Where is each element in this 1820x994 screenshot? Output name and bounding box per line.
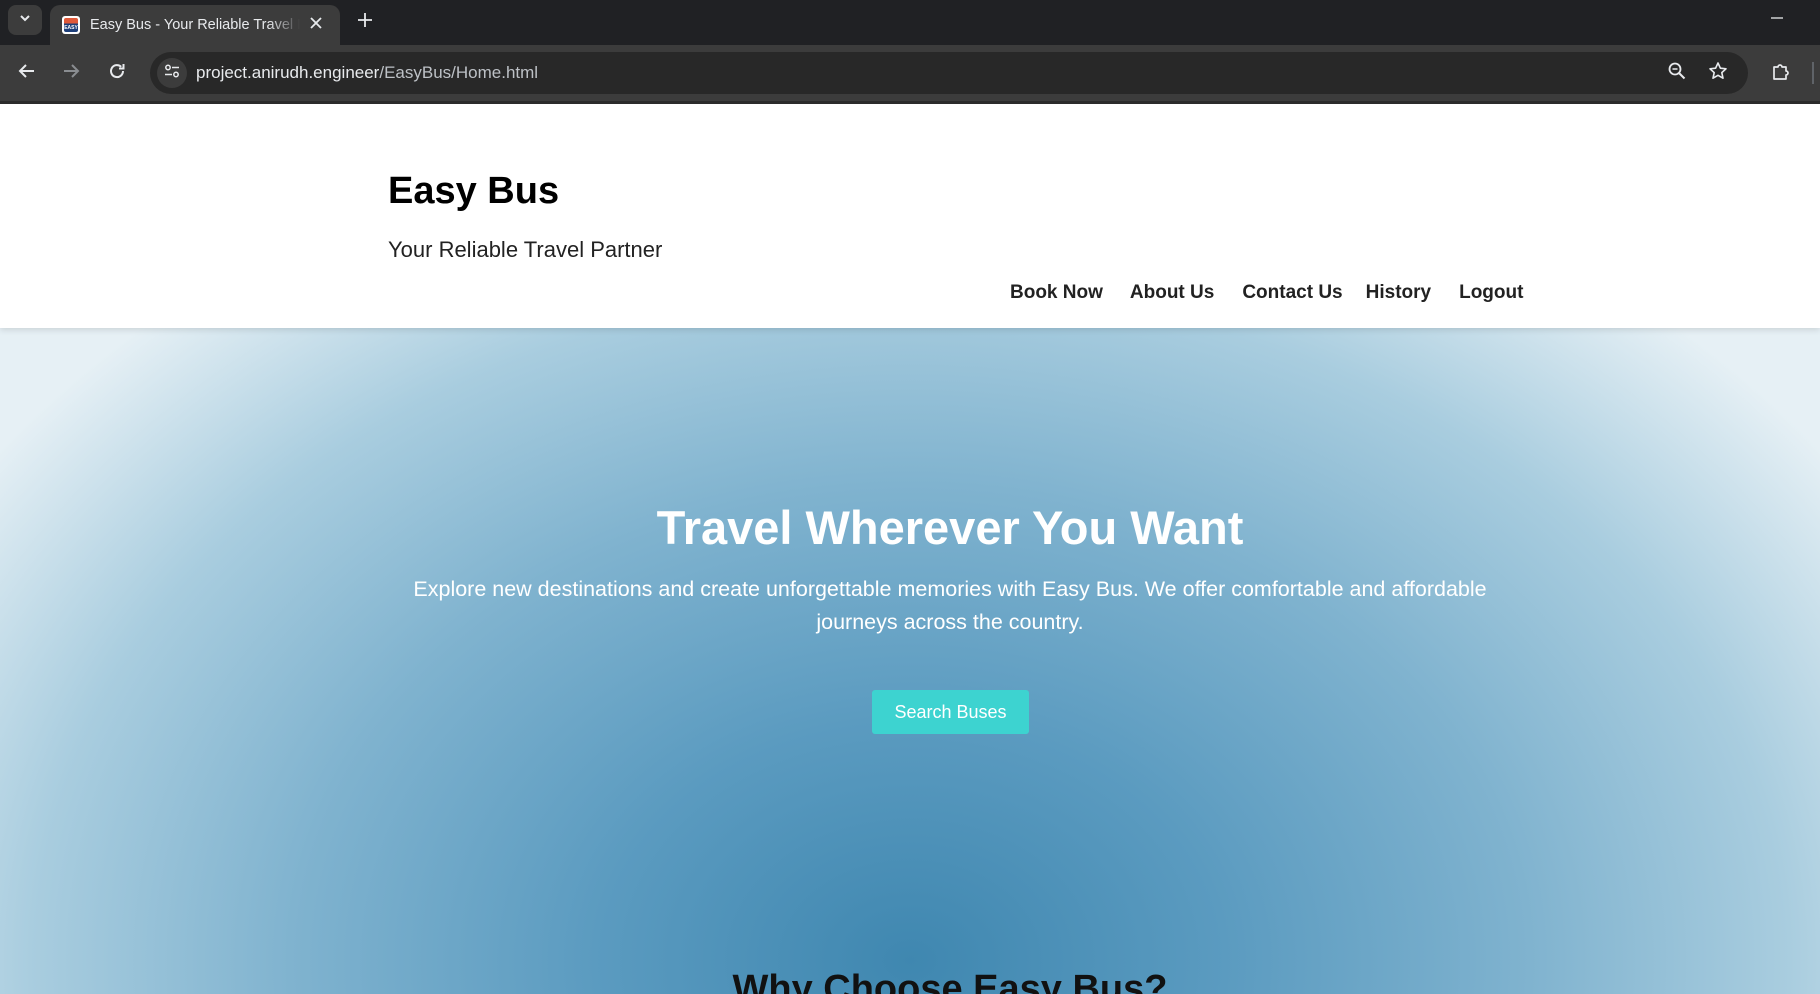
tune-icon [164,63,180,84]
puzzle-icon [1771,61,1791,86]
site-tagline: Your Reliable Travel Partner [388,237,663,262]
arrow-right-icon [62,62,80,85]
toolbar-divider [1812,62,1814,84]
site-favicon-icon: EASY [62,16,80,34]
zoom-icon [1667,61,1687,86]
nav-link-book-now[interactable]: Book Now [1010,282,1103,308]
back-button[interactable] [12,58,42,88]
nav-link-about-us[interactable]: About Us [1130,282,1214,308]
search-buses-button[interactable]: Search Buses [872,690,1029,734]
favicon-text: EASY [64,25,78,31]
tab-close-button[interactable] [306,15,326,35]
reload-button[interactable] [102,58,132,88]
chevron-down-icon [18,11,32,30]
main-nav: Book Now About Us Contact Us History Log… [1010,282,1523,308]
tab-title: Easy Bus - Your Reliable Travel Partner [90,17,300,33]
star-icon [1708,61,1728,86]
bookmark-button[interactable] [1707,61,1729,86]
hero-description: Explore new destinations and create unfo… [413,577,1487,634]
site-header: Easy Bus Your Reliable Travel Partner Bo… [0,104,1820,328]
browser-tab-active[interactable]: EASY Easy Bus - Your Reliable Travel Par… [50,5,340,45]
web-page: Easy Bus Your Reliable Travel Partner Bo… [0,104,1820,994]
nav-link-history[interactable]: History [1366,282,1431,308]
hero-section: Travel Wherever You Want Explore new des… [0,328,1820,994]
forward-button[interactable] [56,58,86,88]
why-choose-heading: Why Choose Easy Bus? [732,968,1168,994]
url-text[interactable]: project.anirudh.engineer/EasyBus/Home.ht… [196,63,538,83]
site-title: Easy Bus [388,170,560,212]
address-bar[interactable]: project.anirudh.engineer/EasyBus/Home.ht… [150,52,1748,94]
browser-tabstrip: EASY Easy Bus - Your Reliable Travel Par… [0,0,1820,45]
url-path: /EasyBus/Home.html [379,63,539,82]
browser-toolbar: project.anirudh.engineer/EasyBus/Home.ht… [0,45,1820,104]
site-info-button[interactable] [157,58,187,88]
tab-search-button[interactable] [8,5,42,35]
arrow-left-icon [18,62,36,85]
hero-title: Travel Wherever You Want [656,501,1244,554]
nav-link-contact-us[interactable]: Contact Us [1242,282,1342,308]
reload-icon [108,62,126,85]
url-host: project.anirudh.engineer [196,63,380,82]
nav-link-logout[interactable]: Logout [1459,282,1523,308]
plus-icon [357,12,373,33]
zoom-button[interactable] [1666,62,1688,84]
close-icon [310,16,322,34]
new-tab-button[interactable] [352,9,378,35]
extensions-button[interactable] [1766,58,1796,88]
window-minimize-button[interactable] [1762,8,1792,32]
minimize-icon [1770,11,1784,30]
